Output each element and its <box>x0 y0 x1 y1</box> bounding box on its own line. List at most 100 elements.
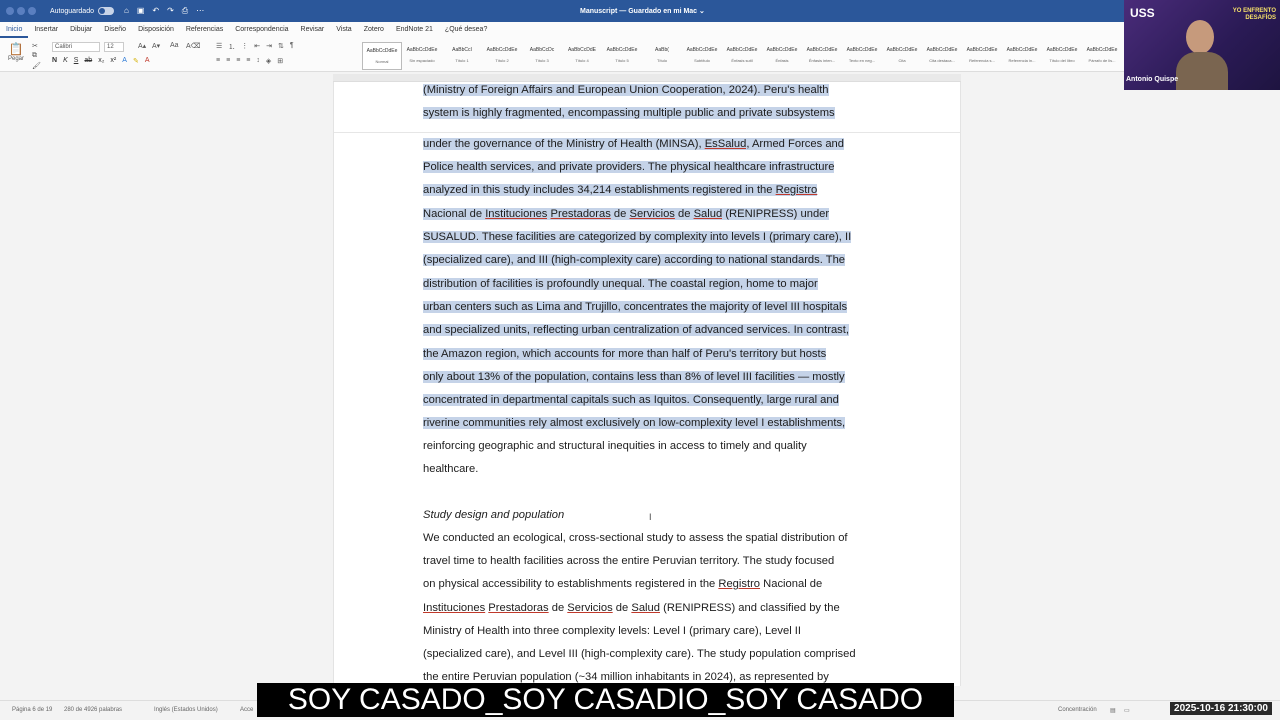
style-item[interactable]: AaBbCcDdEe Énfasis <box>762 42 802 70</box>
style-item[interactable]: AaBbCcDdEe Título del libro <box>1042 42 1082 70</box>
justify-icon[interactable]: ≡ <box>246 57 250 65</box>
style-name: Referencia in... <box>1008 58 1036 63</box>
line-spacing-icon[interactable]: ↕ <box>256 57 260 65</box>
numbering-icon[interactable]: ⒈ <box>228 42 235 52</box>
subscript-icon[interactable]: x₂ <box>98 57 104 65</box>
word-count[interactable]: 280 de 4926 palabras <box>64 707 122 713</box>
increase-indent-icon[interactable]: ⇥ <box>266 42 272 52</box>
align-left-icon[interactable]: ≡ <box>216 57 220 65</box>
decrease-indent-icon[interactable]: ⇤ <box>254 42 260 52</box>
text-segment: on physical accessibility to establishme… <box>423 578 719 590</box>
style-item[interactable]: AaBbCcDdEe Título 5 <box>602 42 642 70</box>
ribbon-tabs: Inicio Insertar Dibujar Diseño Disposición Re… <box>0 22 1124 38</box>
align-right-icon[interactable]: ≡ <box>236 57 240 65</box>
autosave[interactable]: Autoguardado <box>50 7 114 15</box>
print-icon[interactable]: ⎙ <box>182 6 188 16</box>
font-size-select[interactable]: 12 <box>104 41 124 52</box>
tab-zotero[interactable]: Zotero <box>358 22 390 38</box>
strikethrough-icon[interactable]: ab <box>84 57 92 65</box>
maximize-window-button[interactable] <box>28 7 36 15</box>
text-segment: SUSALUD. These facilities are categorize… <box>423 231 852 243</box>
font-name-select[interactable]: Calibri <box>52 41 100 52</box>
tab-endnote-21[interactable]: EndNote 21 <box>390 22 439 38</box>
tab--qu-desea-[interactable]: ¿Qué desea? <box>439 22 493 38</box>
sort-icon[interactable]: ⇅ <box>278 42 284 52</box>
format-painter-icon[interactable]: 🖌 <box>32 62 41 70</box>
tab-insertar[interactable]: Insertar <box>28 22 64 38</box>
style-item[interactable]: AaBbCcDdEe Texto en neg... <box>842 42 882 70</box>
style-item[interactable]: AaBbCcDdEe Sin espaciado <box>402 42 442 70</box>
borders-icon[interactable]: ⊞ <box>277 57 283 65</box>
style-item[interactable]: AaBbCcDdEe Subtítulo <box>682 42 722 70</box>
font-color-icon[interactable]: A <box>145 57 150 65</box>
tab-inicio[interactable]: Inicio <box>0 22 29 38</box>
style-item[interactable]: AaBbCcDdEe Referencia s... <box>962 42 1002 70</box>
text-segment: and specialized units, reflecting urban … <box>423 324 849 336</box>
style-item[interactable]: AaBbCcDdEe Normal <box>362 42 402 70</box>
tab-correspondencia[interactable]: Correspondencia <box>229 22 294 38</box>
tab-referencias[interactable]: Referencias <box>180 22 229 38</box>
cut-icon[interactable]: ✂ <box>32 42 38 50</box>
redo-icon[interactable]: ↷ <box>167 6 174 16</box>
superscript-icon[interactable]: x² <box>110 57 116 65</box>
window-controls[interactable] <box>6 7 36 15</box>
more-icon[interactable]: ⋯ <box>196 6 204 16</box>
close-window-button[interactable] <box>6 7 14 15</box>
bold-icon[interactable]: N <box>52 57 57 65</box>
style-item[interactable]: AaBbCcDdEe Énfasis sutil <box>722 42 762 70</box>
shrink-font-icon[interactable]: A▾ <box>152 42 160 50</box>
ruler[interactable] <box>333 74 961 82</box>
focus-mode-button[interactable]: Concentración <box>1058 707 1097 713</box>
tab-disposici-n[interactable]: Disposición <box>132 22 180 38</box>
show-marks-icon[interactable]: ¶ <box>290 42 294 52</box>
autosave-label: Autoguardado <box>50 7 94 15</box>
style-item[interactable]: AaBbCcDc Título 3 <box>522 42 562 70</box>
style-name: Sin espaciado <box>409 58 435 63</box>
italic-icon[interactable]: K <box>63 57 68 65</box>
save-icon[interactable]: ▣ <box>137 6 145 16</box>
minimize-window-button[interactable] <box>17 7 25 15</box>
uss-logo: USS <box>1130 6 1155 20</box>
align-center-icon[interactable]: ≡ <box>226 57 230 65</box>
multilevel-list-icon[interactable]: ⋮ <box>241 42 248 52</box>
copy-icon[interactable]: ⧉ <box>32 52 37 60</box>
print-layout-icon[interactable]: ▤ <box>1110 707 1116 714</box>
undo-icon[interactable]: ↶ <box>152 6 159 16</box>
tab-revisar[interactable]: Revisar <box>295 22 331 38</box>
document-line: analyzed in this study includes 34,214 e… <box>423 182 818 199</box>
tab-dibujar[interactable]: Dibujar <box>64 22 98 38</box>
page-count[interactable]: Página 6 de 19 <box>12 707 52 713</box>
style-item[interactable]: AaBbCcI Título 1 <box>442 42 482 70</box>
change-case-icon[interactable]: Aa <box>170 42 179 49</box>
home-icon[interactable]: ⌂ <box>124 6 129 16</box>
underline-icon[interactable]: S <box>74 57 79 65</box>
style-item[interactable]: AaBbCcDdEe Cita <box>882 42 922 70</box>
clear-format-icon[interactable]: A⌫ <box>186 42 201 50</box>
document-page[interactable]: (Ministry of Foreign Affairs and Europea… <box>333 82 961 686</box>
style-item[interactable]: AaBb(Título <box>642 42 682 70</box>
style-item[interactable]: AaBbCcDdEe Referencia in... <box>1002 42 1042 70</box>
accessibility-indicator[interactable]: Acce <box>240 707 253 713</box>
text-effects-icon[interactable]: A <box>122 57 127 65</box>
tab-dise-o[interactable]: Diseño <box>98 22 132 38</box>
tab-vista[interactable]: Vista <box>330 22 357 38</box>
text-segment: riverine communities rely almost exclusi… <box>423 417 846 429</box>
text-segment: (RENIPRESS) under <box>722 208 830 220</box>
grow-font-icon[interactable]: A▴ <box>138 42 146 50</box>
style-item[interactable]: AaBbCcDdEe Énfasis inten... <box>802 42 842 70</box>
autosave-toggle[interactable] <box>97 7 114 15</box>
paste-button[interactable]: 📋 Pegar <box>6 42 26 62</box>
shading-icon[interactable]: ◈ <box>266 57 271 65</box>
document-title[interactable]: Manuscript — Guardado en mi Mac ⌄ <box>580 7 705 15</box>
style-item[interactable]: AaBbCcDdEe Cita destaca... <box>922 42 962 70</box>
style-item[interactable]: AaBbCcDdEe Título 2 <box>482 42 522 70</box>
language-indicator[interactable]: Inglés (Estados Unidos) <box>154 707 218 713</box>
style-name: Título 2 <box>495 58 509 63</box>
highlight-icon[interactable]: ✎ <box>133 57 139 65</box>
paste-icon: 📋 <box>8 41 24 56</box>
style-item[interactable]: AaBbCcDdEe Párrafo de lis... <box>1082 42 1122 70</box>
bullets-icon[interactable]: ☰ <box>216 42 222 52</box>
paragraph-row-2: ≡ ≡ ≡ ≡ ↕ ◈ ⊞ <box>216 57 283 65</box>
web-layout-icon[interactable]: ▭ <box>1124 707 1130 714</box>
style-item[interactable]: AaBbCcDdE Título 4 <box>562 42 602 70</box>
